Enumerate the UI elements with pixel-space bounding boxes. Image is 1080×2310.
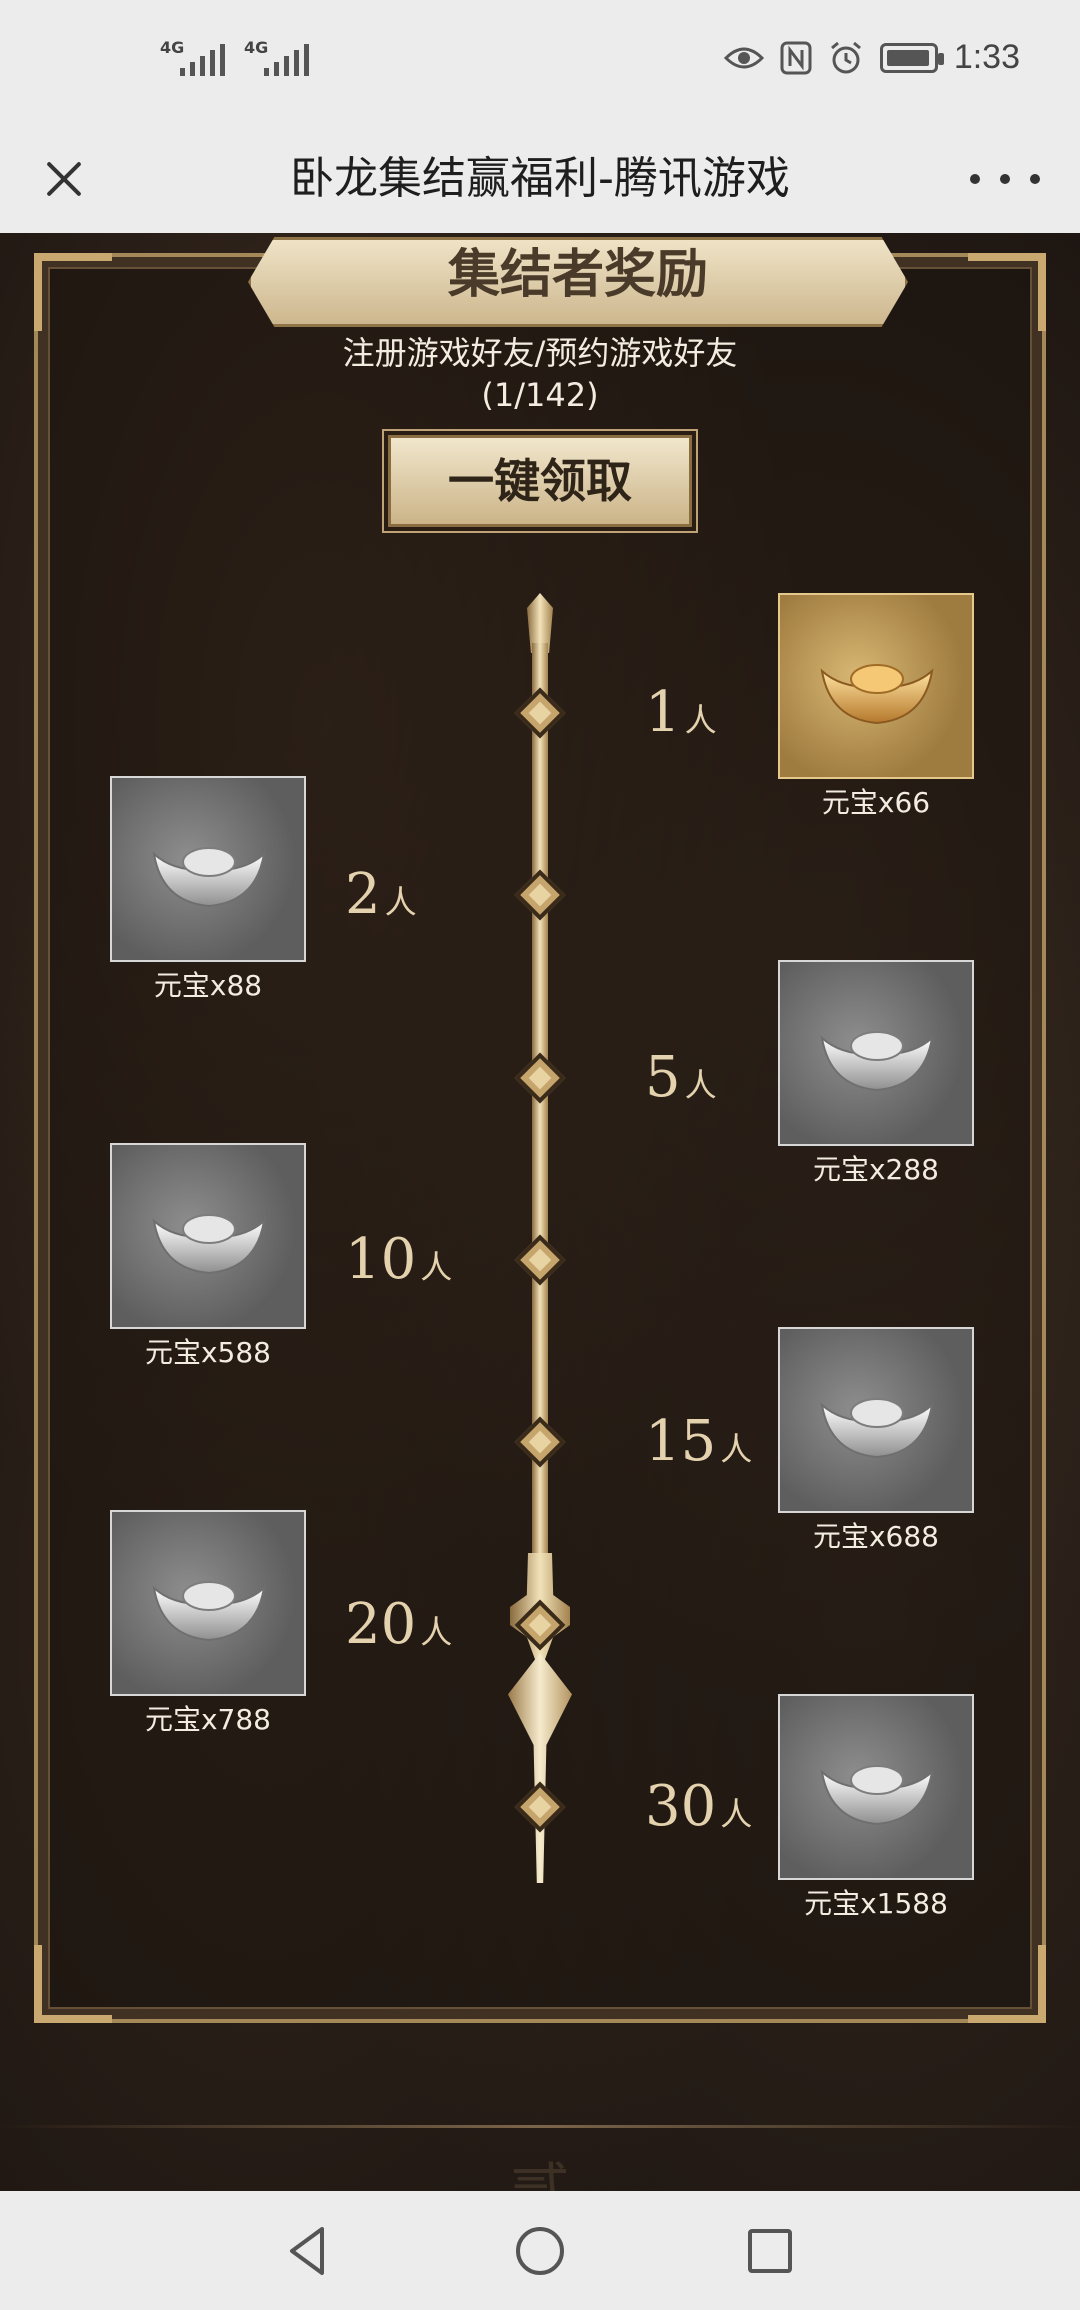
- tier-label: 5人: [645, 1045, 717, 1110]
- ornament-corner: [34, 253, 112, 331]
- claim-all-button[interactable]: 一键领取: [388, 435, 692, 527]
- reward-name: 元宝x588: [144, 1336, 271, 1369]
- ornament-corner: [34, 1945, 112, 2023]
- reward-name: 元宝x66: [821, 786, 931, 819]
- reward-item[interactable]: 元宝x788: [110, 1510, 306, 1738]
- title-bar: 卧龙集结赢福利-腾讯游戏: [0, 125, 1080, 234]
- clock: 1:33: [953, 38, 1020, 76]
- tier-label: 10 人: [345, 1227, 453, 1292]
- reward-item[interactable]: 元宝x588: [110, 1143, 306, 1371]
- silver-ingot-icon: [820, 1031, 934, 1092]
- reward-card[interactable]: [110, 776, 306, 962]
- reward-card[interactable]: [778, 960, 974, 1146]
- alarm-icon: [830, 41, 861, 73]
- status-icons: 1:33: [723, 38, 1020, 77]
- silver-ingot-icon: [152, 847, 266, 908]
- subtitle-line: 注册游戏好友/预约游戏好友: [342, 334, 738, 372]
- progress-count: (1/142): [481, 376, 599, 414]
- signal-icon: 4G: [244, 38, 309, 80]
- reward-item[interactable]: 元宝x66: [778, 593, 974, 821]
- reward-name: 元宝x788: [144, 1703, 271, 1736]
- status-bar: 4G 4G 1:33: [0, 0, 1080, 125]
- navigation-bar: [0, 2191, 1080, 2310]
- gold-ingot-icon: [820, 664, 934, 725]
- tier-label: 1人: [645, 680, 717, 745]
- reward-card[interactable]: [778, 593, 974, 779]
- tier-label: 2人: [345, 862, 417, 927]
- reward-card[interactable]: [110, 1143, 306, 1329]
- reward-name: 元宝x288: [812, 1153, 939, 1186]
- reward-card[interactable]: [778, 1694, 974, 1880]
- close-icon[interactable]: [30, 145, 98, 213]
- section-banner: 集结者奖励: [248, 237, 908, 327]
- recents-icon[interactable]: [740, 2221, 800, 2281]
- reward-item[interactable]: 元宝x1588: [778, 1694, 974, 1922]
- signal-icon: 4G: [160, 38, 225, 80]
- tier-label: 20 人: [345, 1592, 453, 1657]
- home-icon[interactable]: [510, 2221, 570, 2281]
- progress-text: 注册游戏好友/预约游戏好友 (1/142): [0, 332, 1080, 416]
- back-icon[interactable]: [278, 2221, 338, 2281]
- reward-item[interactable]: 元宝x688: [778, 1327, 974, 1555]
- signal-indicators: 4G 4G: [160, 38, 309, 80]
- reward-name: 元宝x688: [812, 1520, 939, 1553]
- nfc-icon: [780, 41, 812, 74]
- silver-ingot-icon: [820, 1765, 934, 1826]
- more-options-icon[interactable]: [970, 159, 1040, 199]
- eye-icon: [723, 47, 764, 68]
- ornament-corner: [968, 253, 1046, 331]
- tier-label: 30 人: [645, 1774, 753, 1839]
- silver-ingot-icon: [152, 1214, 266, 1275]
- silver-ingot-icon: [152, 1581, 266, 1642]
- ornament-corner: [968, 1945, 1046, 2023]
- battery-icon: [879, 42, 944, 73]
- reward-card[interactable]: [778, 1327, 974, 1513]
- page-title: 卧龙集结赢福利-腾讯游戏: [290, 153, 790, 204]
- tier-label: 15 人: [645, 1409, 753, 1474]
- section-divider: [0, 2125, 1080, 2128]
- section-title: 集结者奖励: [447, 244, 708, 305]
- reward-item[interactable]: 元宝x288: [778, 960, 974, 1188]
- silver-ingot-icon: [820, 1398, 934, 1459]
- main-content[interactable]: 集结者奖励 注册游戏好友/预约游戏好友 (1/142) 一键领取 1人 2人 5…: [0, 233, 1080, 2227]
- reward-name: 元宝x1588: [804, 1887, 948, 1920]
- reward-item[interactable]: 元宝x88: [110, 776, 306, 1004]
- spear-blade: [508, 1653, 572, 1883]
- reward-card[interactable]: [110, 1510, 306, 1696]
- reward-name: 元宝x88: [153, 969, 263, 1002]
